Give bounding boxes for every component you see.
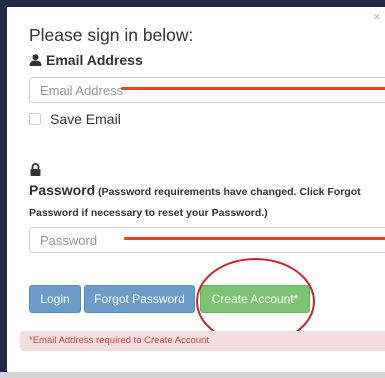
email-field[interactable]	[30, 78, 385, 102]
create-account-button[interactable]: Create Account*	[200, 285, 310, 313]
dialog-frame-left	[0, 0, 7, 378]
forgot-password-button[interactable]: Forgot Password	[84, 285, 195, 313]
save-email-label: Save Email	[50, 111, 121, 127]
dialog-frame-bottom	[0, 372, 385, 378]
dialog-title: Please sign in below:	[29, 25, 194, 45]
email-field-wrapper	[29, 77, 385, 103]
close-button[interactable]: ×	[373, 10, 381, 23]
password-field-wrapper	[29, 227, 385, 253]
lock-icon	[30, 163, 41, 176]
dialog-frame-top	[0, 0, 385, 7]
alert-text: *Email Address required to Create Accoun…	[29, 335, 210, 346]
alert-banner: *Email Address required to Create Accoun…	[20, 331, 385, 351]
email-label-text: Email Address	[46, 52, 143, 68]
email-label: Email Address	[29, 52, 143, 68]
password-field[interactable]	[30, 228, 385, 252]
save-email-row[interactable]: Save Email	[29, 111, 121, 127]
password-label-main: Password	[29, 182, 96, 198]
user-icon	[29, 54, 42, 66]
annotation-arrow-password	[124, 237, 385, 240]
password-label: Password (Password requirements have cha…	[29, 180, 379, 224]
save-email-checkbox[interactable]	[29, 113, 41, 125]
login-button[interactable]: Login	[29, 285, 81, 313]
annotation-arrow-email	[121, 87, 385, 90]
